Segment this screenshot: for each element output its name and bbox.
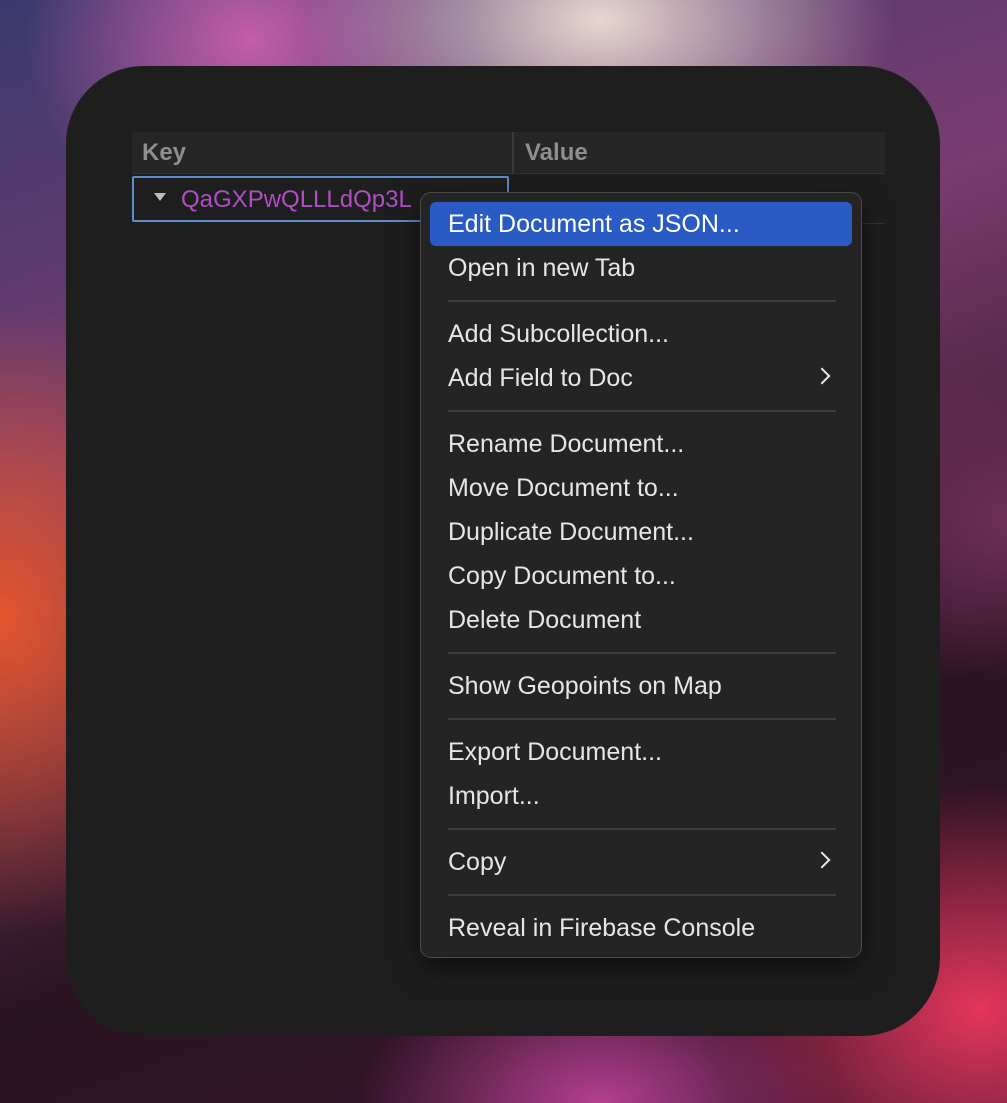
document-id: QaGXPwQLLLdQp3L: [181, 186, 412, 213]
menu-item-rename-document[interactable]: Rename Document...: [430, 422, 852, 466]
table-header: Key Value: [132, 132, 885, 174]
menu-item-label: Show Geopoints on Map: [448, 672, 722, 700]
menu-item-label: Open in new Tab: [448, 254, 636, 282]
menu-item-label: Rename Document...: [448, 430, 685, 458]
menu-item-label: Import...: [448, 782, 540, 810]
chevron-right-icon: [813, 367, 831, 385]
menu-item-label: Reveal in Firebase Console: [448, 914, 756, 942]
menu-item-label: Export Document...: [448, 738, 662, 766]
menu-item-copy-document-to[interactable]: Copy Document to...: [430, 554, 852, 598]
menu-separator: [448, 300, 836, 302]
chevron-right-icon: [813, 851, 831, 869]
menu-item-move-document-to[interactable]: Move Document to...: [430, 466, 852, 510]
menu-item-edit-document-as-json[interactable]: Edit Document as JSON...: [430, 202, 852, 246]
menu-item-show-geopoints-on-map[interactable]: Show Geopoints on Map: [430, 664, 852, 708]
menu-item-label: Duplicate Document...: [448, 518, 694, 546]
menu-item-duplicate-document[interactable]: Duplicate Document...: [430, 510, 852, 554]
key-column-header[interactable]: Key: [142, 132, 186, 173]
menu-item-export-document[interactable]: Export Document...: [430, 730, 852, 774]
menu-item-copy[interactable]: Copy: [430, 840, 852, 884]
menu-separator: [448, 718, 836, 720]
menu-item-import[interactable]: Import...: [430, 774, 852, 818]
menu-separator: [448, 828, 836, 830]
menu-separator: [448, 652, 836, 654]
menu-item-delete-document[interactable]: Delete Document: [430, 598, 852, 642]
menu-item-label: Edit Document as JSON...: [448, 210, 740, 238]
menu-item-reveal-in-firebase-console[interactable]: Reveal in Firebase Console: [430, 906, 852, 950]
menu-item-label: Copy: [448, 848, 507, 876]
menu-item-label: Add Field to Doc: [448, 364, 633, 392]
menu-item-add-field-to-doc[interactable]: Add Field to Doc: [430, 356, 852, 400]
menu-item-open-in-new-tab[interactable]: Open in new Tab: [430, 246, 852, 290]
context-menu: Edit Document as JSON... Open in new Tab…: [420, 192, 862, 958]
menu-item-label: Add Subcollection...: [448, 320, 669, 348]
menu-item-label: Move Document to...: [448, 474, 679, 502]
menu-separator: [448, 894, 836, 896]
menu-separator: [448, 410, 836, 412]
disclosure-triangle-icon[interactable]: [154, 193, 166, 201]
menu-item-label: Copy Document to...: [448, 562, 676, 590]
value-column-header[interactable]: Value: [525, 132, 588, 173]
column-divider[interactable]: [512, 132, 514, 173]
menu-item-add-subcollection[interactable]: Add Subcollection...: [430, 312, 852, 356]
menu-item-label: Delete Document: [448, 606, 642, 634]
